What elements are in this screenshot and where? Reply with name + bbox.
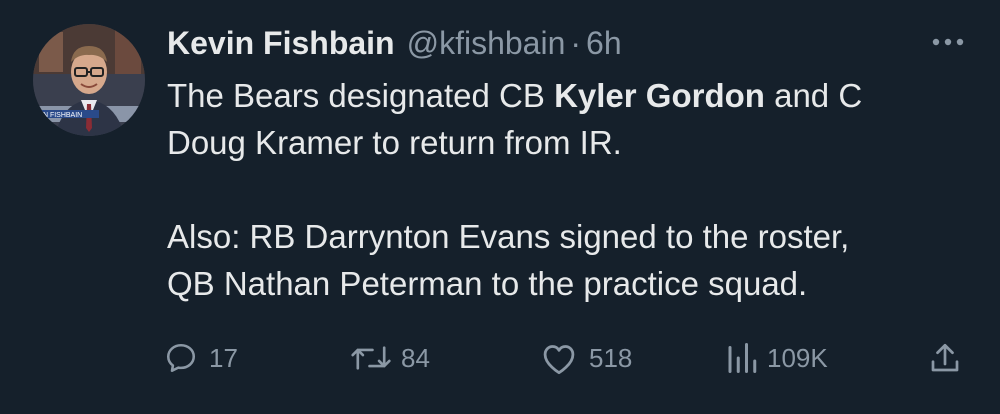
share-button[interactable]: [927, 335, 963, 381]
avatar-caption: IN FISHBAIN: [41, 112, 82, 119]
bold-player-name: Kyler Gordon: [554, 77, 765, 114]
share-icon: [931, 343, 959, 372]
tweet-line-3: Also: RB Darrynton Evans signed to the r…: [167, 218, 850, 255]
tweet-header: Kevin Fishbain @kfishbain · 6h: [167, 20, 622, 66]
tweet-line-1: The Bears designated CB Kyler Gordon and…: [167, 72, 977, 119]
views-button[interactable]: 109K: [725, 335, 828, 381]
author-name[interactable]: Kevin Fishbain: [167, 25, 395, 62]
tweet-text: The Bears designated CB Kyler Gordon and…: [167, 72, 977, 307]
tweet-text-segment: and C: [764, 77, 863, 114]
timestamp[interactable]: 6h: [586, 25, 622, 62]
reply-count: 17: [209, 342, 238, 373]
retweet-icon: [351, 346, 391, 370]
like-count: 518: [589, 342, 633, 373]
retweet-count: 84: [401, 342, 430, 373]
retweet-button[interactable]: 84: [349, 335, 430, 381]
like-button[interactable]: 518: [539, 335, 632, 381]
analytics-icon: [728, 343, 757, 373]
more-options-button[interactable]: [928, 30, 968, 54]
reply-button[interactable]: 17: [163, 335, 238, 381]
avatar-image: IN FISHBAIN: [33, 24, 145, 136]
views-count: 109K: [767, 342, 828, 373]
tweet-line-2: Doug Kramer to return from IR.: [167, 124, 622, 161]
action-bar: 17 84 518 109K: [163, 335, 973, 381]
tweet-text-segment: The Bears designated CB: [167, 77, 555, 114]
more-horizontal-icon: [932, 38, 964, 46]
tweet-line-4: QB Nathan Peterman to the practice squad…: [167, 265, 808, 302]
separator-dot: ·: [570, 24, 582, 61]
author-handle[interactable]: @kfishbain: [407, 25, 566, 62]
tweet-card[interactable]: IN FISHBAIN Kevin Fishbain @kfishbain · …: [0, 0, 1000, 414]
reply-icon: [166, 343, 196, 373]
heart-icon: [543, 345, 575, 375]
avatar[interactable]: IN FISHBAIN: [33, 24, 145, 136]
